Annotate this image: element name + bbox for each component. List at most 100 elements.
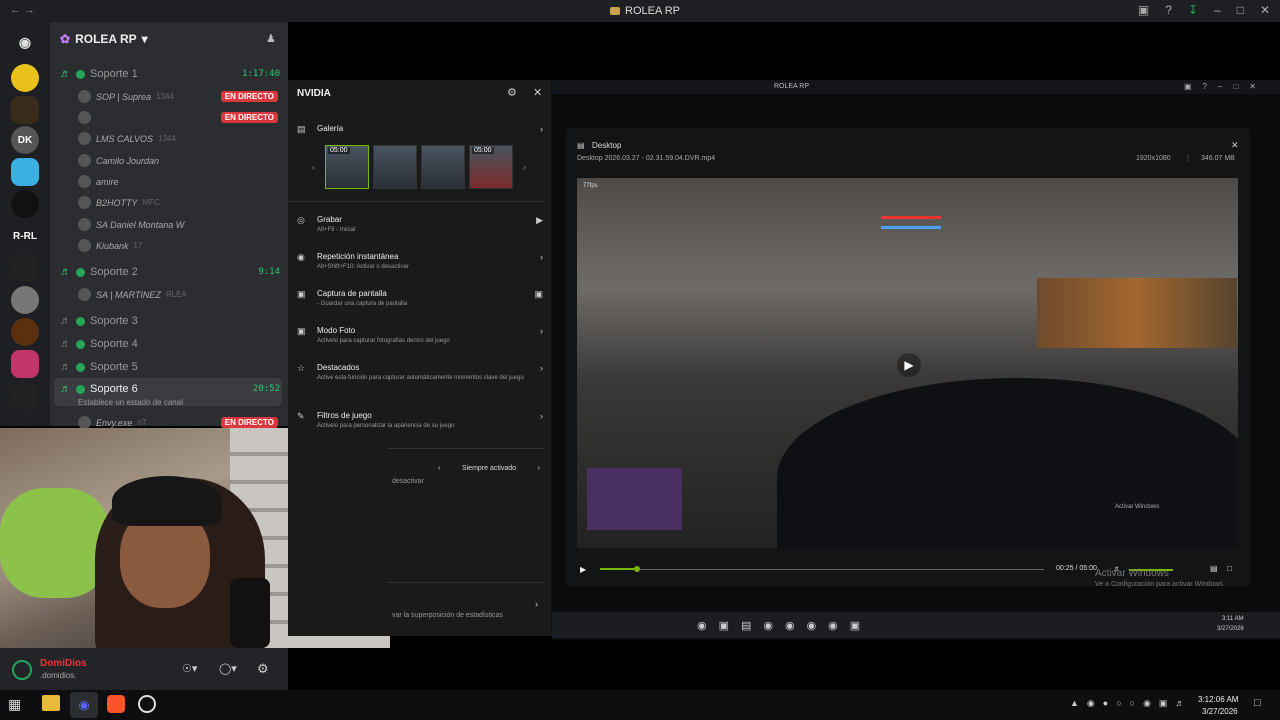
voice-user[interactable]: amire [78, 175, 278, 188]
discord-taskbar-icon[interactable]: ◉ [70, 692, 98, 718]
server-icon-dk[interactable]: DK [11, 126, 39, 154]
voice-user[interactable]: LMS CALVOS 1344 [78, 132, 278, 145]
window-controls[interactable]: ▣? ↧ – □ ✕ [1138, 3, 1270, 17]
speaker-icon: ♬ [60, 383, 71, 395]
maximize-button[interactable]: □ [1237, 3, 1244, 17]
gallery-thumb[interactable]: 05:00 [469, 145, 513, 189]
chevron-right-icon: › [540, 411, 543, 421]
brave-icon[interactable] [107, 695, 125, 713]
voice-user[interactable]: SOP | Suprea 1344 EN DIRECTO [78, 90, 278, 103]
obs-icon[interactable] [138, 695, 156, 713]
back-forward-icons[interactable]: ← → [10, 4, 35, 16]
download-icon[interactable]: ↧ [1188, 3, 1198, 17]
server-icon[interactable] [11, 350, 39, 378]
divider [388, 582, 544, 583]
inbox-icon[interactable]: ▣ [1138, 3, 1149, 17]
trash-icon[interactable]: □ [1227, 564, 1232, 573]
server-name[interactable]: ✿ ROLEA RP ▾ [60, 32, 148, 46]
close-button[interactable]: ✕ [1260, 3, 1270, 17]
seek-handle[interactable] [634, 566, 640, 572]
garage-ceiling [577, 178, 1238, 268]
avatar[interactable] [12, 660, 32, 680]
server-icon[interactable] [11, 158, 39, 186]
close-icon[interactable]: ✕ [533, 86, 542, 99]
server-icon[interactable] [11, 64, 39, 92]
voice-channel[interactable]: ♬ Soporte 4 [60, 338, 280, 350]
mic-icon[interactable]: ☉▾ [182, 662, 197, 675]
server-icon[interactable] [11, 96, 39, 124]
folder-icon[interactable]: ▤ [1210, 564, 1218, 573]
windows-start-icon[interactable]: ▦ [8, 696, 21, 713]
server-rail: ◉ DK R-RL [0, 22, 50, 426]
gallery-thumb[interactable] [421, 145, 465, 189]
status-dot [76, 362, 85, 372]
voice-channel[interactable]: ♬ Soporte 3 [60, 315, 280, 327]
voice-user[interactable]: B2HOTTY MFC [78, 196, 278, 209]
seek-track[interactable] [600, 569, 1044, 570]
help-icon[interactable]: ? [1165, 3, 1172, 17]
gear-icon[interactable]: ⚙ [507, 86, 517, 99]
avatar [78, 90, 91, 103]
voice-channel[interactable]: ♬ Soporte 5 [60, 361, 280, 373]
minimize-button[interactable]: – [1214, 3, 1221, 17]
taskbar-apps[interactable]: ◉▣▤◉◉◉◉▣ [697, 619, 872, 632]
status-dot [76, 316, 85, 326]
notification-icon[interactable]: □ [1254, 697, 1261, 709]
voice-user[interactable]: SA | MARTINEZ RLEA [78, 288, 278, 301]
live-badge: EN DIRECTO [220, 112, 278, 123]
gallery-thumb[interactable] [373, 145, 417, 189]
window-title: ROLEA RP [610, 5, 680, 17]
chevron-right-icon[interactable]: › [538, 465, 540, 472]
windows-watermark-sub: Ve a Configuración para activar Windows. [1095, 581, 1225, 588]
chevron-left-icon[interactable]: ‹ [438, 465, 440, 472]
server-icon[interactable] [11, 190, 39, 218]
player-title: Desktop [592, 141, 622, 150]
stats-overlay-text[interactable]: var la superposición de estadísticas [392, 612, 503, 619]
server-icon[interactable] [11, 318, 39, 346]
voice-user[interactable]: Camilo Jourdan [78, 154, 278, 167]
file-explorer-icon[interactable] [42, 695, 60, 711]
voice-channel[interactable]: ♬ Soporte 6 20:52 [60, 383, 280, 395]
chevron-right-icon[interactable]: › [535, 599, 538, 609]
discord-home-icon[interactable]: ◉ [11, 28, 39, 56]
gallery-icon: ▤ [297, 124, 306, 134]
server-icon-rrl[interactable]: R-RL [11, 222, 39, 250]
status-dot [76, 267, 85, 277]
nvidia-overlay: NVIDIA ⚙ ✕ ▤ Galería › ‹ 05:00 05:00 › ◎ Gr… [288, 80, 552, 636]
settings-icon[interactable]: ⚙ [257, 661, 269, 677]
chevron-right-icon[interactable]: › [523, 162, 526, 172]
gallery-thumb[interactable]: 05:00 [325, 145, 369, 189]
play-button[interactable]: ▶ [897, 353, 921, 377]
clock-date: 3/27/2026 [1202, 707, 1238, 716]
speaker-icon: ♬ [60, 68, 71, 80]
voice-channel[interactable]: ♬ Soporte 1 1:17:40 [60, 68, 280, 80]
speaker-icon: ♬ [60, 361, 71, 373]
server-icon[interactable] [11, 286, 39, 314]
chevron-left-icon[interactable]: ‹ [312, 162, 315, 172]
voice-channel[interactable]: ♬ Soporte 2 9:14 [60, 266, 280, 278]
server-icon[interactable] [11, 382, 39, 410]
voice-user[interactable]: EN DIRECTO [78, 111, 278, 124]
video-frame[interactable]: 77fps ▶ Activar Windows [577, 178, 1238, 548]
headphones-icon[interactable]: ◯▾ [219, 662, 237, 675]
avatar [78, 196, 91, 209]
mode-selector[interactable]: ‹ Siempre activado › [438, 465, 540, 472]
window-controls[interactable]: ▣?–□✕ [1184, 82, 1267, 91]
server-icon[interactable] [11, 254, 39, 282]
speaker-icon: ♬ [60, 315, 71, 327]
voice-user[interactable]: Kiubank 17 [78, 239, 278, 252]
tray-icons[interactable]: ▲◉●○○◉▣♬ [1070, 698, 1192, 709]
fps-counter: 77fps [583, 183, 598, 189]
taskbar: ▦ ◉ ▲◉●○○◉▣♬ 3:12:06 AM 3/27/2026 □ [0, 690, 1280, 720]
divider [388, 448, 544, 449]
app-logo-icon [610, 7, 620, 15]
voice-user[interactable]: SA Daniel Montana W [78, 218, 278, 231]
channel-status[interactable]: Establece un estado de canal [78, 398, 183, 407]
close-icon[interactable]: ✕ [1231, 140, 1239, 151]
avatar [78, 154, 91, 167]
add-member-icon[interactable]: ♟ [266, 32, 276, 45]
play-icon[interactable]: ▶ [580, 565, 586, 574]
filter-icon: ✎ [297, 411, 305, 421]
camera-icon: ▣ [534, 289, 543, 299]
play-icon: ▶ [536, 215, 543, 225]
